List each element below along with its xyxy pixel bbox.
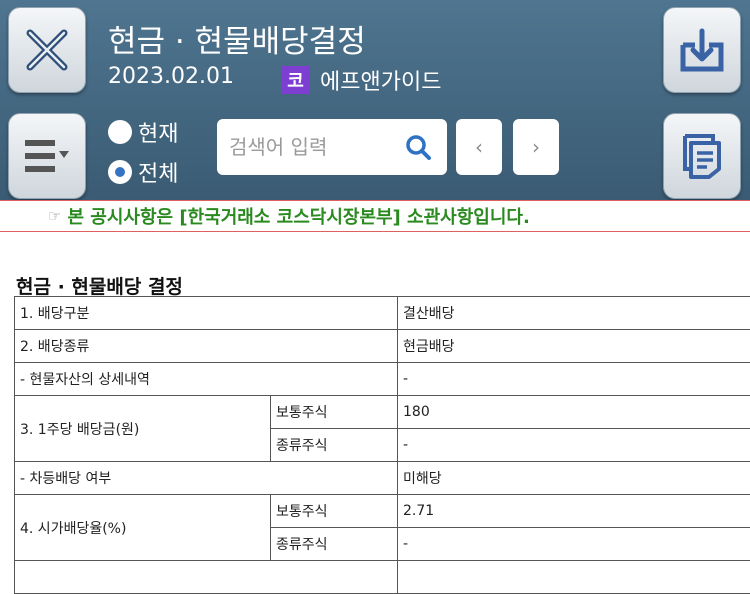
company-name[interactable]: 에프앤가이드 [320, 64, 441, 96]
cell-value: - [398, 528, 750, 561]
table-row: 3. 1주당 배당금(원) 보통주식 180 [15, 396, 750, 429]
table-row: 2. 배당종류 현금배당 [15, 330, 750, 363]
market-badge: 코 [281, 66, 310, 94]
cell-sublabel: 보통주식 [271, 495, 398, 528]
copy-button[interactable] [663, 113, 741, 199]
cell-label: - 차등배당 여부 [15, 462, 398, 495]
jurisdiction-notice: ☞ 본 공시사항은 [한국거래소 코스닥시장본부] 소관사항입니다. [0, 200, 750, 232]
table-row: - 차등배당 여부 미해당 [15, 462, 750, 495]
search-box [217, 119, 447, 175]
table-row: - 현물자산의 상세내역 - [15, 363, 750, 396]
radio-circle-selected [108, 160, 132, 184]
radio-all[interactable]: 전체 [108, 156, 178, 188]
cell-sublabel: 종류주식 [271, 429, 398, 462]
radio-current[interactable]: 현재 [108, 116, 178, 148]
cell-value: - [398, 429, 750, 462]
cell-label: 2. 배당종류 [15, 330, 398, 363]
cell-value: 현금배당 [398, 330, 750, 363]
pointing-hand-icon: ☞ [48, 207, 61, 225]
menu-button[interactable] [8, 113, 86, 199]
header-bar: 현금 · 현물배당결정 2023.02.01 코 에프앤가이드 현재 전체 ‹ … [0, 0, 750, 200]
cell-value [398, 561, 750, 594]
notice-text: 본 공시사항은 [한국거래소 코스닥시장본부] 소관사항입니다. [67, 203, 529, 229]
disclosure-date: 2023.02.01 [108, 64, 234, 89]
section-title: 현금 · 현물배당 결정 [16, 272, 183, 299]
table-row [15, 561, 750, 594]
download-button[interactable] [663, 7, 741, 93]
cell-label: - 현물자산의 상세내역 [15, 363, 398, 396]
table-row: 4. 시가배당율(%) 보통주식 2.71 [15, 495, 750, 528]
menu-dropdown-icon [21, 134, 73, 178]
close-x-icon [22, 25, 72, 75]
cell-label: 3. 1주당 배당금(원) [15, 396, 271, 462]
radio-circle [108, 120, 132, 144]
close-button[interactable] [8, 7, 86, 93]
cell-value: 180 [398, 396, 750, 429]
cell-value: 2.71 [398, 495, 750, 528]
cell-sublabel: 종류주식 [271, 528, 398, 561]
document-copy-icon [677, 131, 727, 181]
next-button[interactable]: › [513, 119, 559, 175]
table-row: 1. 배당구분 결산배당 [15, 297, 750, 330]
cell-label [15, 561, 398, 594]
cell-sublabel: 보통주식 [271, 396, 398, 429]
search-input[interactable] [229, 135, 404, 159]
cell-value: 결산배당 [398, 297, 750, 330]
cell-label: 4. 시가배당율(%) [15, 495, 271, 561]
dividend-table: 1. 배당구분 결산배당 2. 배당종류 현금배당 - 현물자산의 상세내역 -… [14, 296, 750, 594]
cell-label: 1. 배당구분 [15, 297, 398, 330]
radio-all-label: 전체 [138, 156, 178, 188]
page-title: 현금 · 현물배당결정 [108, 16, 366, 61]
radio-current-label: 현재 [138, 116, 178, 148]
download-icon [677, 25, 727, 75]
cell-value: 미해당 [398, 462, 750, 495]
prev-button[interactable]: ‹ [456, 119, 502, 175]
search-icon[interactable] [404, 133, 432, 161]
cell-value: - [398, 363, 750, 396]
